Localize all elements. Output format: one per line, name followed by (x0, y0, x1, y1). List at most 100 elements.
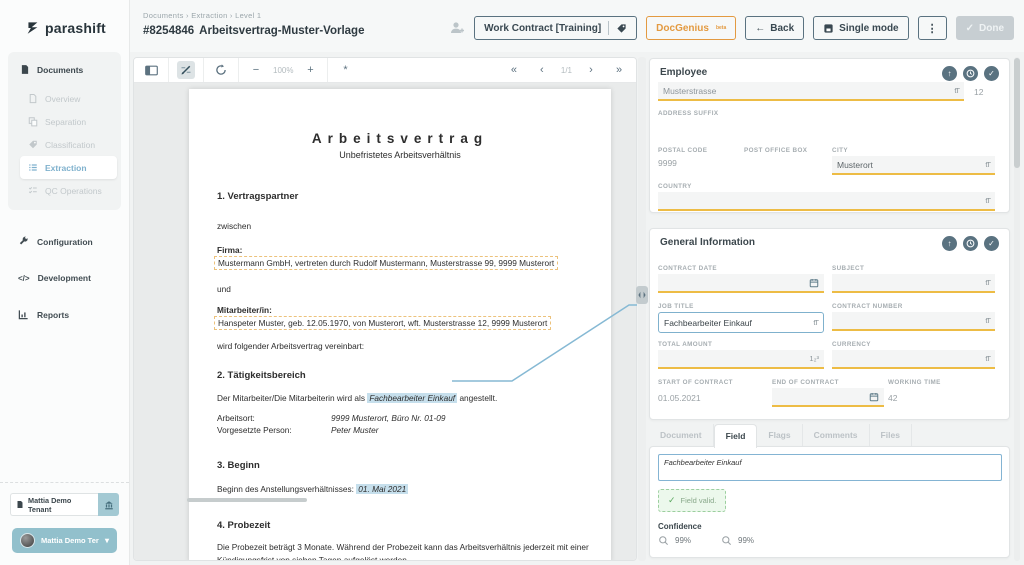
first-page-button[interactable]: « (505, 61, 523, 79)
topbar: Documents › Extraction › Level 1 #825484… (130, 0, 1024, 52)
tag-icon (28, 139, 38, 150)
street-field[interactable]: Musterstrasse tT (658, 82, 964, 101)
tenant-selector[interactable]: Mattia Demo Tenant (10, 493, 119, 516)
tab-comments[interactable]: Comments (803, 424, 870, 448)
postal-code-field[interactable]: 9999 (658, 158, 677, 168)
text-type-icon: tT (985, 160, 990, 169)
last-page-button[interactable]: » (610, 61, 628, 79)
history-icon[interactable] (963, 236, 978, 251)
working-time-field[interactable]: 42 (888, 393, 897, 403)
number-type-icon: 1₂³ (809, 354, 819, 363)
resize-handle-icon[interactable] (636, 286, 648, 304)
sidebar-item-reports[interactable]: Reports (18, 309, 121, 320)
subject-label: SUBJECT (832, 265, 864, 272)
tab-flags[interactable]: Flags (757, 424, 802, 448)
more-options-button[interactable]: ⋮ (918, 16, 947, 40)
extraction-list-icon (28, 162, 38, 173)
firma-extraction-box[interactable]: Mustermann GmbH, vertreten durch Rudolf … (214, 256, 558, 270)
tenant-name-box[interactable]: Mattia Demo Tenant (10, 493, 98, 516)
job-title-highlight[interactable]: Fachbearbeiter Einkauf (367, 393, 457, 403)
sidebar-item-configuration[interactable]: Configuration (18, 236, 121, 247)
button-divider (608, 21, 609, 35)
single-mode-button[interactable]: Single mode (813, 16, 908, 40)
job-title-field[interactable]: Fachbearbeiter Einkauf tT (658, 312, 824, 333)
submit-icon[interactable]: ↑ (942, 66, 957, 81)
confidence-label: Confidence (658, 522, 702, 531)
sidebar-item-classification[interactable]: Classification (20, 133, 117, 156)
done-button[interactable]: ✓ Done (956, 16, 1014, 40)
page-indicator: 1/1 (561, 66, 572, 75)
street-number-field[interactable]: 12 (974, 87, 983, 97)
highlight-annotations-toggle[interactable] (177, 61, 195, 79)
validate-icon[interactable]: ✓ (984, 66, 999, 81)
field-value-textarea[interactable]: Fachbearbeiter Einkauf (658, 454, 1002, 481)
work-contract-button[interactable]: Work Contract [Training] (474, 16, 637, 40)
sidebar-item-separation[interactable]: Separation (20, 110, 117, 133)
beginn-sentence: Beginn des Anstellungsverhältnisses: 01.… (217, 484, 583, 494)
vorgesetzte-value: Peter Muster (331, 425, 379, 435)
viewer-toolbar: − 100% + * « ‹ 1/1 › » (134, 58, 636, 83)
zwischen-text: zwischen (217, 221, 583, 231)
text-type-icon: tT (985, 278, 990, 287)
validate-icon[interactable]: ✓ (984, 236, 999, 251)
qc-checklist-icon (28, 185, 38, 196)
breadcrumb[interactable]: Documents › Extraction › Level 1 (143, 11, 261, 20)
prev-page-button[interactable]: ‹ (533, 61, 551, 79)
zoom-in-button[interactable]: + (301, 61, 319, 79)
po-box-label: POST OFFICE BOX (744, 147, 807, 154)
back-button[interactable]: ← Back (745, 16, 804, 40)
tenant-switch-button[interactable] (98, 493, 119, 516)
document-id: #8254846 (143, 25, 194, 37)
end-of-contract-field[interactable] (772, 388, 884, 407)
zoom-level: 100% (273, 66, 293, 75)
extraction-confidence-value: 99% (738, 536, 754, 545)
tag-icon[interactable] (616, 23, 627, 34)
text-type-icon: tT (954, 86, 959, 95)
sidebar-item-qc-operations[interactable]: QC Operations (20, 179, 117, 202)
assign-user-icon[interactable] (449, 20, 465, 36)
contract-number-field[interactable]: tT (832, 312, 995, 331)
avatar (20, 533, 35, 548)
country-field[interactable]: tT (658, 192, 995, 211)
scrollbar-thumb[interactable] (1014, 58, 1020, 168)
docgenius-button[interactable]: DocGeniusbeta (646, 16, 736, 40)
general-panel-title: General Information (660, 237, 755, 248)
fit-page-button[interactable]: * (336, 61, 354, 79)
start-date-highlight[interactable]: 01. Mai 2021 (356, 484, 408, 494)
start-of-contract-field[interactable]: 01.05.2021 (658, 393, 701, 403)
submit-icon[interactable]: ↑ (942, 236, 957, 251)
bank-icon (104, 500, 114, 510)
sidebar-item-overview[interactable]: Overview (20, 87, 117, 110)
text-type-icon: tT (985, 354, 990, 363)
subject-field[interactable]: tT (832, 274, 995, 293)
currency-field[interactable]: tT (832, 350, 995, 369)
tab-document[interactable]: Document (649, 424, 714, 448)
contract-subtitle: Unbefristetes Arbeitsverhältnis (217, 150, 583, 160)
sidebar-item-extraction[interactable]: Extraction (20, 156, 117, 179)
mitarbeiter-extraction-box[interactable]: Hanspeter Muster, geb. 12.05.1970, von M… (214, 316, 551, 330)
check-icon: ✓ (966, 23, 974, 34)
zoom-out-button[interactable]: − (247, 61, 265, 79)
intro-line: wird folgender Arbeitsvertrag vereinbart… (217, 341, 583, 351)
check-icon: ✓ (668, 495, 676, 506)
tab-field[interactable]: Field (714, 424, 758, 448)
next-page-button[interactable]: › (582, 61, 600, 79)
user-menu[interactable]: Mattia Demo Ter ▾ (12, 528, 117, 553)
sidebar: parashift Documents Overview Separation … (0, 0, 130, 565)
currency-label: CURRENCY (832, 341, 871, 348)
contract-date-field[interactable] (658, 274, 824, 293)
sidebar-item-documents[interactable]: Documents (12, 58, 117, 81)
rotate-icon[interactable] (212, 61, 230, 79)
city-field[interactable]: Musterort tT (832, 156, 995, 175)
calendar-icon (869, 392, 879, 402)
app-logo: parashift (0, 0, 129, 36)
history-icon[interactable] (963, 66, 978, 81)
thumbnail-panel-toggle[interactable] (142, 61, 160, 79)
sidebar-item-development[interactable]: </> Development (18, 273, 121, 283)
tab-files[interactable]: Files (870, 424, 912, 448)
horizontal-scrollbar[interactable] (187, 498, 307, 502)
total-amount-field[interactable]: 1₂³ (658, 350, 824, 369)
panel-divider (638, 57, 646, 561)
parashift-logo-icon (26, 21, 39, 35)
chevron-down-icon: ▾ (105, 536, 109, 545)
